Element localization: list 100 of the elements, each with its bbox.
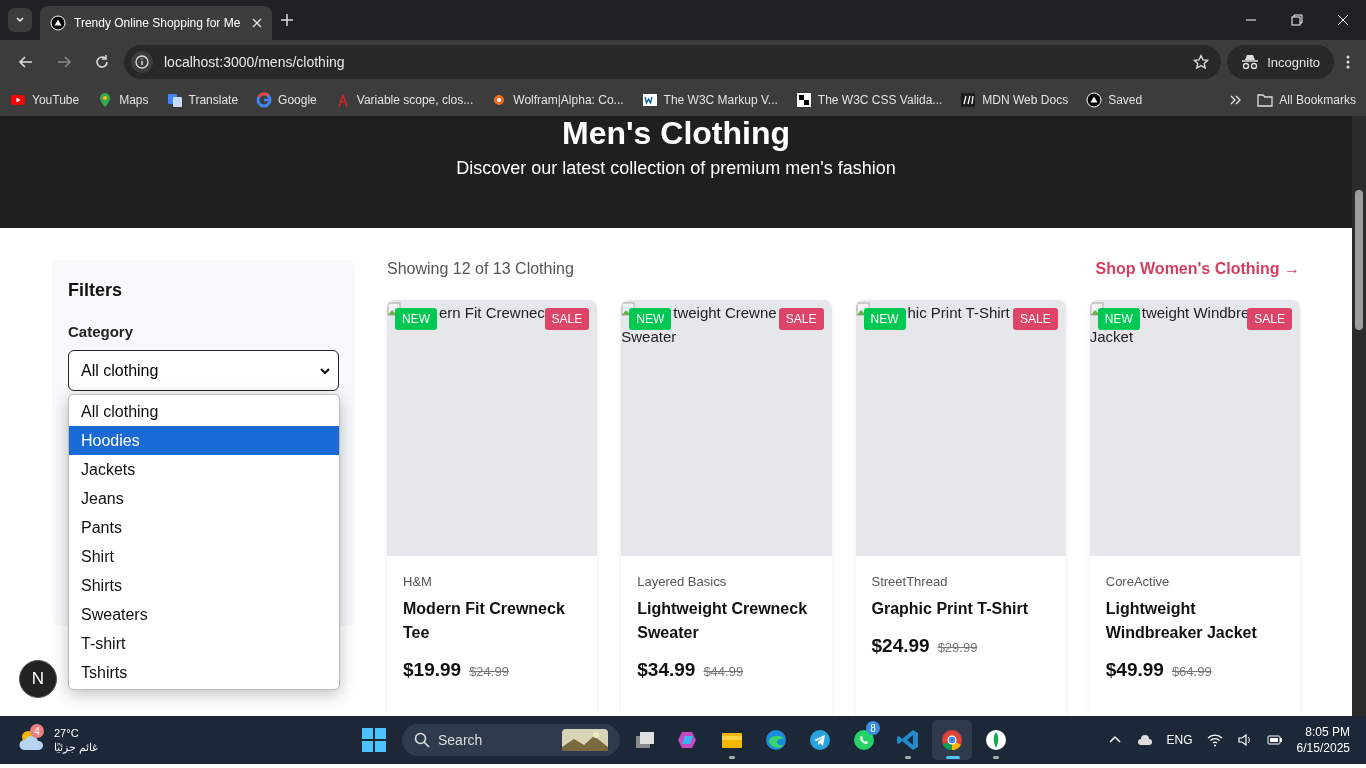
product-card[interactable]: NEW hic Print T-Shirt SALE StreetThread Graphic Print T-Shirt $24.99 $29.99 (855, 300, 1066, 716)
edge-icon (764, 728, 788, 752)
bookmark[interactable]: The W3C CSS Valida... (795, 92, 943, 108)
product-price: $34.99 (637, 659, 696, 681)
landscape-drawing (562, 729, 608, 751)
scrollbar[interactable] (1352, 116, 1366, 716)
incognito-icon (1241, 54, 1260, 70)
sale-badge: SALE (1247, 308, 1292, 330)
close-icon[interactable] (252, 18, 262, 28)
dropdown-option[interactable]: Tshirts (69, 658, 339, 687)
clock-date[interactable]: 6/15/2025 (1296, 740, 1350, 756)
dropdown-option[interactable]: T-shirt (69, 629, 339, 658)
dropdown-option[interactable]: Jackets (69, 455, 339, 484)
image-alt-text: tweight Crewne (673, 304, 777, 321)
back-icon[interactable] (18, 54, 34, 70)
product-brand: Layered Basics (637, 574, 728, 589)
product-brand: CoreActive (1105, 574, 1171, 589)
image-alt-text: tweight Windbre (1141, 304, 1250, 321)
star-icon[interactable] (1193, 54, 1210, 70)
image-alt-text: hic Print T-Shirt (907, 304, 1010, 321)
chevron-down-icon (320, 366, 330, 375)
dropdown-option[interactable]: Sweaters (69, 600, 339, 629)
telegram-icon (808, 728, 832, 752)
tab-title: Trendy Online Shopping for Me (74, 16, 242, 30)
bookmark[interactable]: Saved (1086, 92, 1143, 108)
dropdown-option[interactable]: Hoodies (69, 426, 339, 455)
dropdown-option[interactable]: Pants (69, 513, 339, 542)
notification-badge: 8 (866, 721, 880, 735)
bookmark-icon (166, 92, 183, 108)
dropdown-option[interactable]: All clothing (69, 397, 339, 426)
search-icon (414, 732, 430, 748)
folder-icon (1257, 92, 1274, 108)
forward-icon[interactable] (56, 54, 72, 70)
new-badge: NEW (1097, 308, 1140, 330)
dev-tools-button[interactable]: N (19, 660, 57, 698)
bookmark-icon (1086, 92, 1103, 108)
new-tab-icon[interactable] (280, 13, 294, 27)
dropdown-option[interactable]: Shirt (69, 542, 339, 571)
language-indicator[interactable]: ENG (1166, 733, 1193, 747)
all-bookmarks-button[interactable]: All Bookmarks (1257, 92, 1356, 108)
sale-badge: SALE (778, 308, 824, 330)
taskbar-app[interactable] (932, 720, 972, 760)
dropdown-option[interactable]: Jeans (69, 484, 339, 513)
womens-clothing-link[interactable]: Shop Women's Clothing → (1095, 260, 1300, 278)
scrollbar-thumb[interactable] (1355, 190, 1363, 330)
filters-title: Filters (68, 280, 124, 301)
bookmark-icon (641, 92, 658, 108)
category-label: Category (68, 323, 135, 340)
clock-time[interactable]: 8:05 PM (1305, 724, 1350, 740)
reload-icon[interactable] (94, 54, 110, 70)
taskbar-search[interactable]: Search (402, 724, 620, 756)
cloud-icon[interactable] (1136, 732, 1153, 748)
product-card[interactable]: NEW tweight Windbre SALE Jacket CoreActive Lightweight Windbreaker Jacket $49.99 $64.99 (1089, 300, 1300, 716)
notification-badge: 4 (30, 724, 44, 738)
original-price: $44.99 (703, 664, 744, 679)
original-price: $24.99 (469, 664, 509, 679)
browser-tab[interactable]: Trendy Online Shopping for Me (40, 6, 272, 40)
windows-start-icon[interactable] (360, 726, 388, 754)
product-price: $24.99 (871, 635, 930, 657)
wifi-icon[interactable] (1206, 732, 1223, 748)
page-subtitle: Discover our latest collection of premium men's fashion (455, 158, 897, 179)
new-badge: NEW (629, 308, 672, 330)
bookmark[interactable]: MDN Web Docs (960, 92, 1069, 108)
product-card[interactable]: NEW ern Fit Crewnec SALE H&M Modern Fit Crewneck Tee $19.99 $24.99 (387, 300, 598, 716)
product-brand: H&M (403, 574, 433, 589)
bookmark[interactable]: Google (256, 92, 317, 108)
original-price: $64.99 (1171, 664, 1212, 679)
image-alt-text: Jacket (1089, 328, 1134, 345)
product-price: $19.99 (403, 659, 462, 681)
bookmark[interactable]: Wolfram|Alpha: Co... (491, 92, 624, 108)
bookmark[interactable]: Variable scope, clos... (334, 92, 474, 108)
tab-search-button[interactable] (8, 8, 32, 32)
product-card[interactable]: NEW tweight Crewne SALE Sweater Layered Basics Lightweight Crewneck Sweater $34.99 $44.99 (621, 300, 832, 716)
bookmark[interactable]: YouTube (10, 92, 80, 108)
vscode-icon (896, 728, 920, 752)
new-badge: NEW (863, 308, 906, 330)
product-price: $49.99 (1105, 659, 1164, 681)
category-select[interactable]: All clothing (68, 350, 339, 391)
product-name: Lightweight Crewneck Sweater (637, 599, 809, 643)
new-badge: NEW (395, 308, 437, 330)
results-count: Showing 12 of 13 Clothing (387, 260, 574, 278)
image-alt-text: Sweater (621, 328, 677, 345)
chrome-icon (940, 728, 964, 752)
bookmark-icon (960, 92, 977, 108)
product-name: Lightweight Windbreaker Jacket (1105, 599, 1258, 643)
sale-badge: SALE (1013, 308, 1058, 330)
address-bar[interactable]: localhost:3000/mens/clothing (124, 45, 1222, 79)
dropdown-option[interactable]: Shirts (69, 571, 339, 600)
product-name: Graphic Print T-Shirt (871, 599, 1029, 619)
bookmark[interactable]: Maps (97, 92, 149, 108)
bookmark[interactable]: The W3C Markup V... (641, 92, 778, 108)
battery-icon[interactable] (1266, 732, 1283, 748)
sale-badge: SALE (544, 308, 590, 330)
product-brand: StreetThread (871, 574, 949, 589)
info-icon[interactable] (130, 50, 154, 74)
incognito-button[interactable]: Incognito (1227, 45, 1334, 79)
original-price: $29.99 (937, 640, 978, 655)
bookmark[interactable]: Translate (166, 92, 239, 108)
chevron-down-icon (15, 15, 25, 25)
speaker-icon[interactable] (1236, 732, 1253, 748)
